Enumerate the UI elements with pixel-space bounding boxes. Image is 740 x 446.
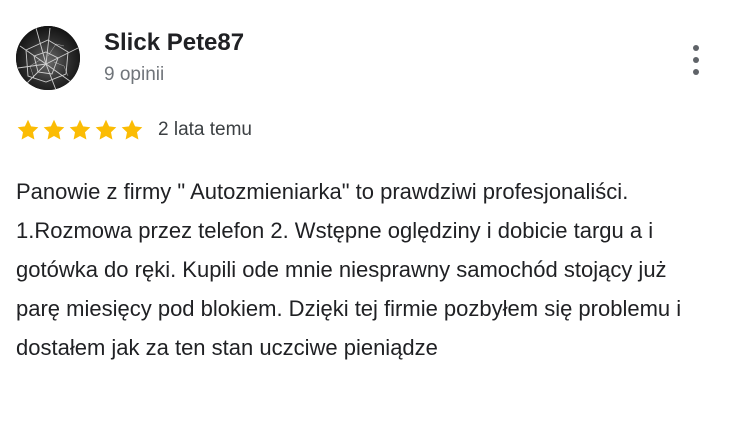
- cracked-glass-avatar-icon: [16, 26, 80, 90]
- review-text: Panowie z firmy " Autozmieniarka" to pra…: [16, 179, 682, 360]
- avatar[interactable]: [16, 26, 80, 90]
- star-icon: [121, 119, 143, 140]
- review-count: 9 opinii: [104, 64, 165, 85]
- star-icon: [95, 119, 117, 140]
- more-vert-icon-dot: [693, 57, 699, 63]
- more-options-button[interactable]: [678, 38, 714, 82]
- star-icon: [69, 119, 91, 140]
- review-date: 2 lata temu: [158, 119, 252, 140]
- star-icon: [43, 119, 65, 140]
- more-vert-icon: [693, 45, 699, 51]
- star-rating: [16, 118, 144, 142]
- star-icon: [17, 119, 39, 140]
- rating-row: 2 lata temu: [16, 116, 252, 144]
- more-vert-icon-dot: [693, 69, 699, 75]
- review-card: Slick Pete87 9 opinii 2 lata temu Panowi…: [0, 0, 740, 446]
- reviewer-name[interactable]: Slick Pete87: [104, 29, 244, 57]
